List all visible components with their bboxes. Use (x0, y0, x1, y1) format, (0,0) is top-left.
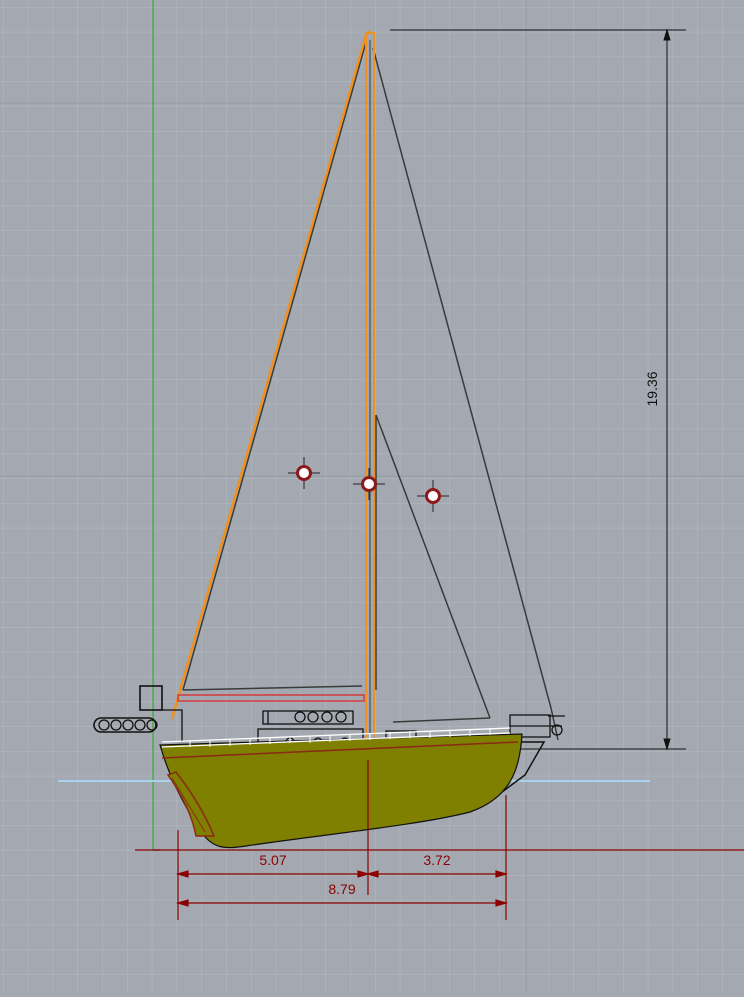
dimension-overall-length-label: 8.79 (328, 881, 355, 897)
dimension-bow-to-mast-label: 5.07 (259, 852, 286, 868)
dimension-mast-to-stern-label: 3.72 (423, 852, 450, 868)
rhino-front-viewport[interactable]: 19.36 5.07 3.72 8.79 (0, 0, 744, 992)
drawing-canvas[interactable]: 19.36 5.07 3.72 8.79 (0, 0, 744, 992)
construction-grid (0, 0, 744, 992)
dimension-mast-height-label: 19.36 (644, 371, 660, 406)
